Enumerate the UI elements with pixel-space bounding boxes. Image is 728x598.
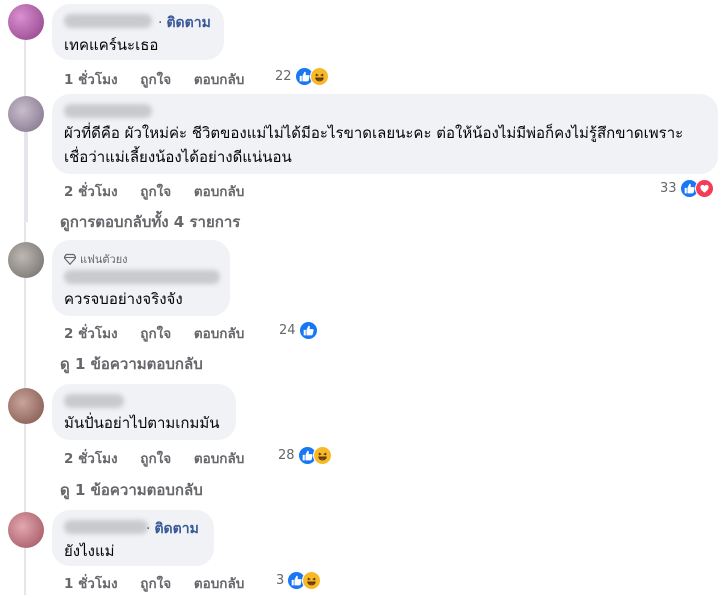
view-replies-link[interactable]: ดู 1 ข้อความตอบกลับ [60, 478, 203, 502]
reply-button[interactable]: ตอบกลับ [194, 72, 244, 88]
comment-bubble: · ติดตาม เทคแคร์นะเธอ [52, 4, 224, 60]
timestamp-link[interactable]: 2 ชั่วโมง [64, 184, 118, 200]
like-button[interactable]: ถูกใจ [140, 72, 171, 88]
comment-actions: 2 ชั่วโมง ถูกใจ ตอบกลับ [64, 447, 262, 469]
love-icon [694, 179, 714, 198]
comment-actions: 2 ชั่วโมง ถูกใจ ตอบกลับ [64, 180, 262, 202]
reaction-count: 3 [276, 573, 285, 588]
avatar[interactable] [8, 4, 44, 40]
timestamp-link[interactable]: 1 ชั่วโมง [64, 576, 118, 592]
author-name-redacted[interactable] [64, 394, 124, 408]
reply-button[interactable]: ตอบกลับ [194, 576, 244, 592]
comment-text: ยังไงแม่ [64, 542, 115, 560]
comment-text: เทคแคร์นะเธอ [64, 36, 159, 54]
timestamp-link[interactable]: 1 ชั่วโมง [64, 72, 118, 88]
like-button[interactable]: ถูกใจ [140, 184, 171, 200]
reply-button[interactable]: ตอบกลับ [194, 451, 244, 467]
reaction-summary[interactable]: 24 [279, 321, 318, 340]
author-name-redacted[interactable] [64, 270, 220, 284]
comment-actions: 2 ชั่วโมง ถูกใจ ตอบกลับ [64, 322, 262, 344]
comment-bubble: ผัวที่ดีคือ ผัวใหม่ค่ะ ชีวิตของแม่ไม่ได้… [52, 94, 718, 174]
comment-actions: 1 ชั่วโมง ถูกใจ ตอบกลับ [64, 68, 262, 90]
comment-text: ควรจบอย่างจริงจัง [64, 290, 183, 308]
reaction-summary[interactable]: 3 [276, 571, 322, 590]
author-name-redacted[interactable] [64, 104, 152, 118]
top-fan-badge: แฟนตัวยง [64, 250, 128, 268]
like-button[interactable]: ถูกใจ [140, 326, 171, 342]
thread-line [26, 132, 28, 222]
comment-bubble: · ติดตาม ยังไงแม่ [52, 510, 214, 566]
like-icon [298, 321, 318, 340]
follow-link[interactable]: · ติดตาม [158, 12, 211, 34]
comment-text-line: เชื่อว่าแม่เลี้ยงน้องได้อย่างดีแน่นอน [64, 148, 292, 166]
comment-actions: 1 ชั่วโมง ถูกใจ ตอบกลับ [64, 572, 262, 594]
haha-icon [312, 446, 332, 465]
timestamp-link[interactable]: 2 ชั่วโมง [64, 326, 118, 342]
haha-icon [302, 571, 322, 590]
reaction-count: 24 [279, 323, 296, 338]
reaction-summary[interactable]: 33 [660, 179, 714, 198]
reaction-count: 22 [275, 69, 292, 84]
reaction-count: 28 [278, 448, 295, 463]
avatar[interactable] [8, 512, 44, 548]
reaction-summary[interactable]: 28 [278, 446, 332, 465]
like-button[interactable]: ถูกใจ [140, 451, 171, 467]
avatar[interactable] [8, 96, 44, 132]
comment-text: มันปั่นอย่าไปตามเกมมัน [64, 414, 220, 432]
comment-bubble: มันปั่นอย่าไปตามเกมมัน [52, 384, 236, 440]
reaction-summary[interactable]: 22 [275, 67, 329, 86]
author-name-redacted[interactable] [64, 520, 148, 534]
comment-bubble: แฟนตัวยง ควรจบอย่างจริงจัง [52, 240, 230, 316]
like-button[interactable]: ถูกใจ [140, 576, 171, 592]
avatar[interactable] [8, 242, 44, 278]
haha-icon [309, 67, 329, 86]
diamond-icon [64, 253, 76, 265]
avatar[interactable] [8, 388, 44, 424]
comment-text-line: ผัวที่ดีคือ ผัวใหม่ค่ะ ชีวิตของแม่ไม่ได้… [64, 124, 684, 142]
timestamp-link[interactable]: 2 ชั่วโมง [64, 451, 118, 467]
view-replies-link[interactable]: ดูการตอบกลับทั้ง 4 รายการ [60, 210, 240, 234]
reaction-count: 33 [660, 181, 677, 196]
reply-button[interactable]: ตอบกลับ [194, 184, 244, 200]
reply-button[interactable]: ตอบกลับ [194, 326, 244, 342]
view-replies-link[interactable]: ดู 1 ข้อความตอบกลับ [60, 352, 203, 376]
author-name-redacted[interactable] [64, 14, 152, 28]
follow-link[interactable]: · ติดตาม [146, 518, 199, 540]
